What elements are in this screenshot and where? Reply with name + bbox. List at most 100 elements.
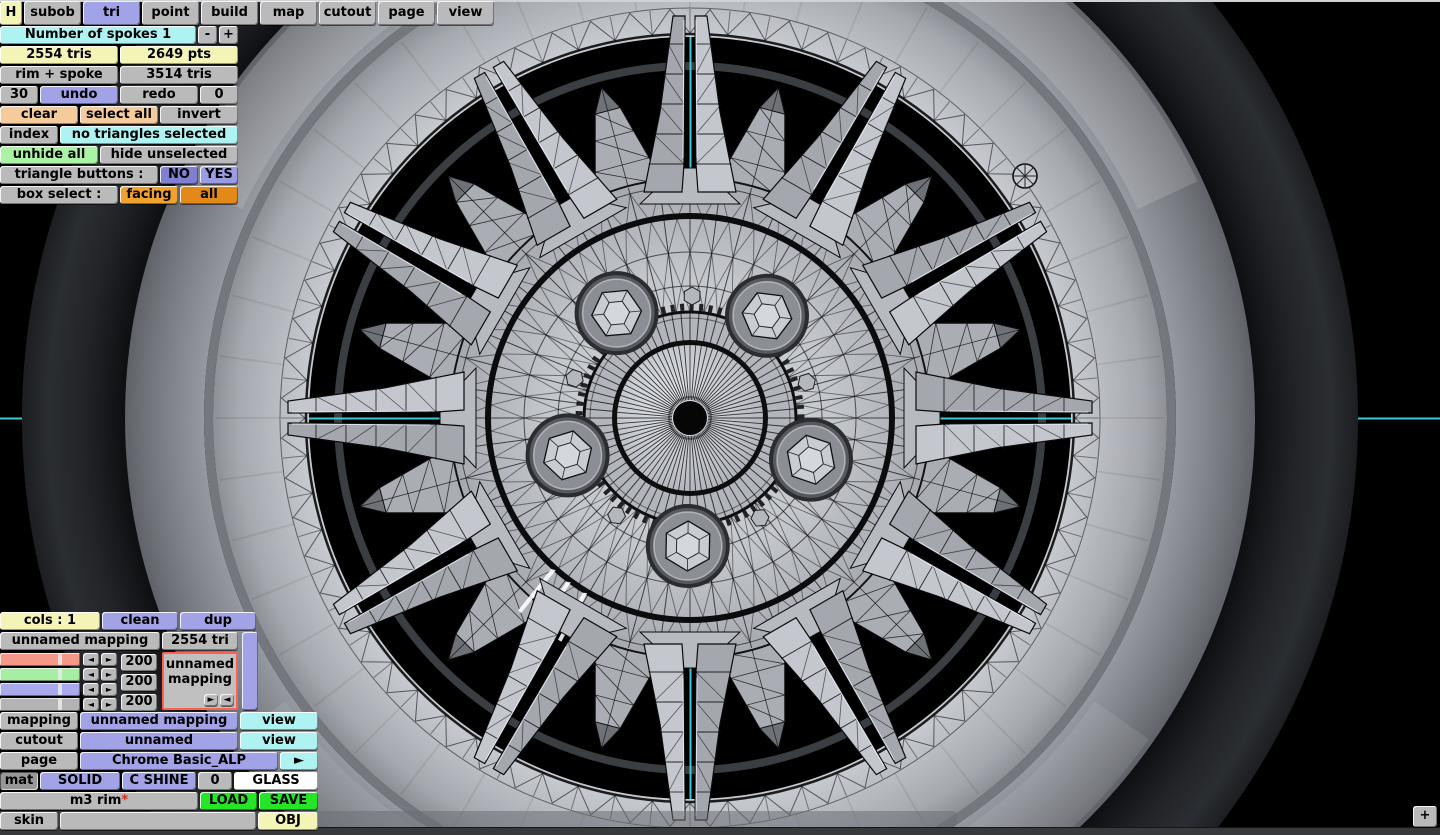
- slider3-value[interactable]: 200: [121, 694, 157, 711]
- slider1-right-arrow[interactable]: ►: [101, 653, 117, 666]
- slider3-left-arrow[interactable]: ◄: [83, 683, 99, 696]
- mat-value-badge[interactable]: 0: [198, 772, 232, 790]
- slider-track-green[interactable]: [0, 668, 80, 681]
- lug-nut: [645, 504, 730, 588]
- hub-nub: [683, 286, 701, 306]
- selection-status-badge: no triangles selected: [60, 126, 238, 144]
- mapping-row-value[interactable]: unnamed mapping: [80, 712, 238, 730]
- active-mapping-box[interactable]: unnamed mapping ◄ ►: [162, 652, 238, 710]
- slider-track-red[interactable]: [0, 653, 80, 666]
- cutout-row-label[interactable]: cutout: [0, 732, 78, 750]
- color-slider-block: ◄ ► ◄ ► ◄ ► ◄ ► 200 200 200 unnamed mapp…: [0, 632, 320, 712]
- mat-solid-button[interactable]: SOLID: [40, 772, 120, 790]
- menu-tab-cutout[interactable]: cutout: [319, 1, 376, 25]
- slider-handle[interactable]: [58, 669, 62, 680]
- mapping-row-label[interactable]: mapping: [0, 712, 78, 730]
- triangle-buttons-yes-toggle[interactable]: YES: [200, 166, 238, 184]
- mapping-panel: cols : 1 clean dup unnamed mapping 2554 …: [0, 612, 320, 832]
- page-row-value[interactable]: Chrome Basic_ALP: [80, 752, 278, 770]
- hub-center-bore: [673, 401, 707, 435]
- redo-count-badge: 0: [200, 86, 238, 104]
- cutout-row-value[interactable]: unnamed: [80, 732, 238, 750]
- slider-handle[interactable]: [58, 684, 62, 695]
- lug-nut: [525, 413, 610, 498]
- save-button[interactable]: SAVE: [259, 792, 318, 810]
- valve-ball: [1012, 163, 1038, 189]
- unsaved-changes-mark: *: [121, 793, 129, 808]
- triangle-buttons-label: triangle buttons :: [0, 166, 158, 184]
- menu-tab-view[interactable]: view: [437, 1, 494, 25]
- slider2-left-arrow[interactable]: ◄: [83, 668, 99, 681]
- points-count-badge: 2649 pts: [120, 46, 238, 64]
- slider-track-gray[interactable]: [0, 698, 80, 711]
- spokes-decrement-button[interactable]: -: [198, 26, 217, 44]
- mapping-tri-count-badge: 2554 tri: [162, 632, 238, 650]
- active-mapping-line2: mapping: [168, 672, 232, 687]
- active-mapping-line1: unnamed: [165, 657, 235, 672]
- editor-root: H subob tri point build map cutout page …: [0, 0, 1440, 835]
- slider-handle[interactable]: [58, 654, 62, 665]
- hide-unselected-button[interactable]: hide unselected: [100, 146, 238, 164]
- mapping-list-scrollbar[interactable]: [242, 632, 258, 710]
- lug-nut: [769, 417, 853, 502]
- slider1-left-arrow[interactable]: ◄: [83, 653, 99, 666]
- spoke-disc: [449, 177, 931, 659]
- slider2-right-arrow[interactable]: ►: [101, 668, 117, 681]
- slider4-left-arrow[interactable]: ◄: [83, 698, 99, 711]
- obj-export-button[interactable]: OBJ: [258, 812, 318, 830]
- object-tris-badge: 3514 tris: [120, 66, 238, 84]
- menu-tab-build[interactable]: build: [201, 1, 258, 25]
- mat-button[interactable]: mat: [0, 772, 38, 790]
- slider3-right-arrow[interactable]: ►: [101, 683, 117, 696]
- mat-glass-button[interactable]: GLASS: [234, 772, 318, 790]
- page-row-label[interactable]: page: [0, 752, 78, 770]
- slider1-value[interactable]: 200: [121, 654, 157, 671]
- spokes-count-field[interactable]: Number of spokes 1: [0, 26, 196, 44]
- model-file-name[interactable]: m3 rim*: [0, 792, 198, 810]
- mapping-prev-arrow[interactable]: ◄: [220, 694, 234, 706]
- undo-button[interactable]: undo: [40, 86, 118, 104]
- select-all-button[interactable]: select all: [80, 106, 158, 124]
- cols-button[interactable]: cols : 1: [0, 612, 100, 630]
- mapping-name-button[interactable]: unnamed mapping: [0, 632, 160, 650]
- menu-tab-map[interactable]: map: [260, 1, 317, 25]
- clean-button[interactable]: clean: [102, 612, 178, 630]
- clear-selection-button[interactable]: clear: [0, 106, 78, 124]
- skin-name-field[interactable]: [60, 812, 256, 830]
- mat-cshine-button[interactable]: C SHINE: [122, 772, 196, 790]
- dup-button[interactable]: dup: [180, 612, 256, 630]
- slider-track-purple[interactable]: [0, 683, 80, 696]
- redo-button[interactable]: redo: [120, 86, 198, 104]
- lug-nut: [725, 273, 809, 358]
- slider-handle[interactable]: [58, 699, 62, 710]
- undo-count-badge: 30: [0, 86, 38, 104]
- cutout-view-button[interactable]: view: [240, 732, 318, 750]
- menu-tab-page[interactable]: page: [378, 1, 435, 25]
- box-select-facing-toggle[interactable]: facing: [120, 186, 178, 204]
- mapping-view-button[interactable]: view: [240, 712, 318, 730]
- index-button[interactable]: index: [0, 126, 58, 144]
- invert-selection-button[interactable]: invert: [160, 106, 238, 124]
- slider2-value[interactable]: 200: [121, 674, 157, 691]
- menu-tab-h[interactable]: H: [0, 1, 22, 25]
- box-select-label: box select :: [0, 186, 118, 204]
- menu-tab-subob[interactable]: subob: [24, 1, 81, 25]
- skin-button[interactable]: skin: [0, 812, 58, 830]
- box-select-all-toggle[interactable]: all: [180, 186, 238, 204]
- triangle-buttons-no-toggle[interactable]: NO: [160, 166, 198, 184]
- menu-bar: H subob tri point build map cutout page …: [0, 1, 494, 25]
- menu-tab-point[interactable]: point: [142, 1, 199, 25]
- model-file-name-text: m3 rim: [69, 793, 122, 808]
- unhide-all-button[interactable]: unhide all: [0, 146, 98, 164]
- tri-panel: Number of spokes 1 - + 2554 tris 2649 pt…: [0, 26, 240, 206]
- load-button[interactable]: LOAD: [200, 792, 257, 810]
- spokes-increment-button[interactable]: +: [219, 26, 238, 44]
- object-name-button[interactable]: rim + spoke: [0, 66, 118, 84]
- menu-tab-tri[interactable]: tri: [83, 1, 140, 25]
- lug-nut: [574, 271, 659, 356]
- slider4-right-arrow[interactable]: ►: [101, 698, 117, 711]
- tris-count-badge: 2554 tris: [0, 46, 118, 64]
- mapping-next-arrow[interactable]: ►: [204, 694, 218, 706]
- page-next-button[interactable]: ►: [280, 752, 318, 770]
- zoom-in-button[interactable]: +: [1413, 806, 1437, 827]
